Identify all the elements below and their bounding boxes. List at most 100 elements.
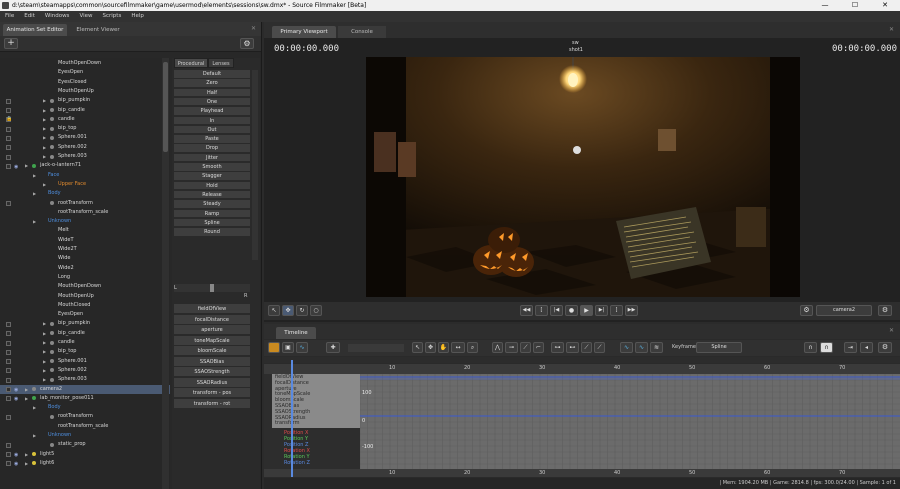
- tab-primary-viewport[interactable]: Primary Viewport: [272, 26, 336, 38]
- viewport-close-icon[interactable]: ✕: [889, 26, 894, 33]
- forward-end-icon[interactable]: ▶▶: [625, 305, 638, 316]
- tree-row[interactable]: ◉ ▶ light6: [0, 459, 170, 468]
- expand-arrow-icon[interactable]: ▶: [43, 152, 46, 161]
- preset-button[interactable]: Half: [174, 88, 250, 98]
- hand-tool-icon[interactable]: ✋: [438, 342, 449, 353]
- preset-button[interactable]: Zero: [174, 79, 250, 88]
- visibility-checkbox[interactable]: [6, 414, 11, 420]
- scale-tool-icon[interactable]: ○: [310, 305, 322, 316]
- tree-row[interactable]: rootTransform_scale: [0, 208, 170, 217]
- tree-row[interactable]: MouthOpenDown: [0, 59, 170, 68]
- menu-view[interactable]: View: [74, 11, 97, 22]
- tree-row[interactable]: ▶ Sphere.002: [0, 366, 170, 375]
- break-tangent-icon[interactable]: ⊶: [551, 342, 564, 353]
- expand-arrow-icon[interactable]: ▶: [33, 403, 36, 412]
- visibility-checkbox[interactable]: [6, 201, 11, 206]
- tree-row[interactable]: rootTransform: [0, 412, 170, 421]
- menu-help[interactable]: Help: [126, 11, 149, 22]
- property-slider[interactable]: fieldOfView: [174, 304, 250, 314]
- expand-arrow-icon[interactable]: ▶: [25, 161, 28, 170]
- tree-row[interactable]: EyesOpen: [0, 68, 170, 77]
- expand-arrow-icon[interactable]: ▶: [43, 347, 46, 356]
- preset-button[interactable]: Smooth: [174, 163, 250, 172]
- tree-row[interactable]: Wide: [0, 254, 170, 263]
- panel-close-icon[interactable]: ✕: [251, 25, 256, 32]
- visibility-checkbox[interactable]: [6, 461, 11, 467]
- select-tool-icon[interactable]: ↖: [268, 305, 280, 316]
- tree-row[interactable]: ◉ ▶ lab_monitor_pose011: [0, 394, 170, 403]
- maximize-button[interactable]: ☐: [840, 0, 870, 11]
- tree-scrollbar[interactable]: [162, 58, 169, 489]
- visibility-checkbox[interactable]: [6, 349, 11, 355]
- visibility-checkbox[interactable]: [6, 321, 11, 327]
- visibility-checkbox[interactable]: [6, 145, 11, 151]
- visibility-checkbox[interactable]: [6, 98, 11, 104]
- tree-row[interactable]: ▶ bip_pumpkin: [0, 319, 170, 328]
- menu-windows[interactable]: Windows: [40, 11, 75, 22]
- visibility-checkbox[interactable]: [6, 442, 11, 448]
- minimize-button[interactable]: —: [810, 0, 840, 11]
- tree-row[interactable]: ▶ Face: [0, 171, 170, 180]
- free-tangent-icon[interactable]: ⟋: [594, 342, 605, 353]
- animation-set-tree[interactable]: MouthOpenDown EyesOpen EyesClosed MouthOpen…: [0, 58, 170, 489]
- timeline-scroll-band[interactable]: [264, 357, 900, 363]
- tree-row[interactable]: MouthOpenDown: [0, 282, 170, 291]
- property-slider[interactable]: SSAOBias: [174, 356, 250, 367]
- tree-row[interactable]: ▶ Body: [0, 403, 170, 412]
- property-slider[interactable]: transform - rot: [174, 398, 250, 409]
- preset-button[interactable]: Jitter: [174, 153, 250, 163]
- expand-arrow-icon[interactable]: ▶: [43, 357, 46, 366]
- visibility-checkbox[interactable]: [6, 126, 11, 132]
- curve-smooth-icon[interactable]: ∿: [620, 342, 633, 353]
- property-slider[interactable]: toneMapScale: [174, 335, 250, 346]
- preset-button[interactable]: Stagger: [174, 172, 250, 181]
- preset-scrollbar[interactable]: [252, 70, 258, 260]
- tree-row[interactable]: ◉ ▶ jack-o-lantern71: [0, 161, 170, 170]
- expand-arrow-icon[interactable]: ▶: [43, 133, 46, 142]
- tab-element-viewer[interactable]: Element Viewer: [70, 24, 126, 36]
- expand-arrow-icon[interactable]: ▶: [43, 319, 46, 328]
- expand-arrow-icon[interactable]: ▶: [43, 96, 46, 105]
- tree-row[interactable]: Melt: [0, 226, 170, 235]
- add-button[interactable]: +: [4, 38, 18, 49]
- visibility-checkbox[interactable]: [6, 340, 11, 346]
- preset-button[interactable]: One: [174, 97, 250, 107]
- tree-row[interactable]: Wide2: [0, 264, 170, 273]
- visibility-checkbox[interactable]: [6, 396, 11, 402]
- expand-arrow-icon[interactable]: ▶: [43, 366, 46, 375]
- prev-key-icon[interactable]: [: [535, 305, 548, 316]
- visibility-checkbox[interactable]: [6, 377, 11, 383]
- expand-arrow-icon[interactable]: ▶: [25, 450, 28, 459]
- prev-frame-icon[interactable]: |◀: [550, 305, 563, 316]
- menu-file[interactable]: File: [0, 11, 19, 22]
- frame-all-icon[interactable]: ⇥: [844, 342, 857, 353]
- tab-animation-set-editor[interactable]: Animation Set Editor: [3, 24, 67, 36]
- add-key-icon[interactable]: ✚: [326, 342, 340, 353]
- preset-button[interactable]: Paste: [174, 135, 250, 144]
- tangent-auto-icon[interactable]: ⋀: [492, 342, 503, 353]
- snap-icon[interactable]: ∩: [820, 342, 833, 353]
- property-slider[interactable]: SSAOStrength: [174, 367, 250, 377]
- visibility-checkbox[interactable]: [6, 452, 11, 458]
- tree-row[interactable]: EyesClosed: [0, 78, 170, 87]
- expand-arrow-icon[interactable]: ▶: [43, 143, 46, 152]
- tree-row[interactable]: ▶ Sphere.002: [0, 143, 170, 152]
- visibility-checkbox[interactable]: [6, 135, 11, 141]
- next-key-icon[interactable]: ]: [610, 305, 623, 316]
- timeline-filter-field[interactable]: [348, 344, 404, 352]
- tree-scroll-thumb[interactable]: [163, 62, 168, 152]
- expand-arrow-icon[interactable]: ▶: [43, 329, 46, 338]
- curve-ease-icon[interactable]: ∿: [635, 342, 648, 353]
- expand-arrow-icon[interactable]: ▶: [33, 431, 36, 440]
- expand-arrow-icon[interactable]: ▶: [33, 171, 36, 180]
- timeline-close-icon[interactable]: ✕: [889, 327, 894, 334]
- timeline-gear-icon[interactable]: ⚙: [878, 342, 892, 353]
- scale-key-icon[interactable]: ↔: [451, 342, 465, 353]
- preset-button[interactable]: Out: [174, 125, 250, 135]
- viewport-gear-icon[interactable]: ⚙: [878, 305, 892, 316]
- visibility-checkbox[interactable]: [6, 331, 11, 337]
- graph-editor-icon[interactable]: ∿: [296, 342, 308, 353]
- visibility-checkbox[interactable]: [6, 368, 11, 374]
- tree-row[interactable]: ▶ Sphere.003: [0, 375, 170, 384]
- tree-row[interactable]: ▶ bip_pumpkin: [0, 96, 170, 105]
